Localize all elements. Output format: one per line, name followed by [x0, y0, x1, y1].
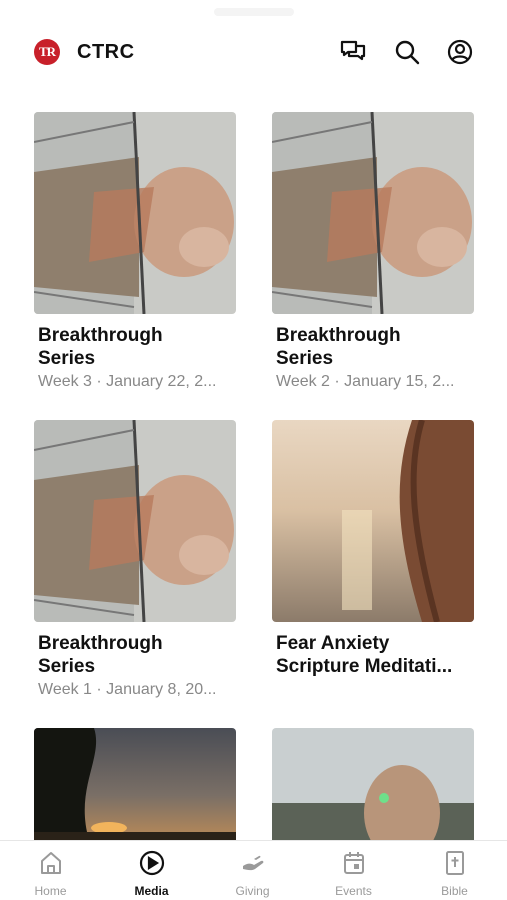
media-card[interactable]: Breakthrough Series Week 3 · January 22,… — [34, 112, 236, 393]
media-card[interactable]: Fear Anxiety Scripture Meditati... — [272, 420, 474, 678]
bible-icon — [441, 849, 469, 877]
giving-icon — [239, 849, 267, 877]
messages-icon[interactable] — [339, 38, 367, 66]
profile-icon[interactable] — [446, 38, 474, 66]
top-header: TR CTRC — [0, 30, 507, 74]
media-card[interactable] — [272, 728, 474, 840]
media-subtitle: Week 3 · January 22, 2... — [38, 373, 217, 390]
play-icon — [138, 849, 166, 877]
media-title-line-1: Breakthrough — [38, 325, 163, 346]
media-title-line-2: Series — [38, 348, 96, 369]
calendar-icon — [340, 849, 368, 877]
logo-text: TR — [38, 44, 56, 59]
tab-home[interactable]: Home — [0, 841, 101, 900]
media-subtitle: Week 1 · January 8, 20... — [38, 681, 217, 698]
media-card[interactable] — [34, 728, 236, 840]
media-thumbnail-fear-anxiety — [272, 420, 474, 622]
media-thumbnail-breakthrough — [34, 112, 236, 314]
media-title-line-1: Fear Anxiety — [276, 633, 390, 654]
tab-label: Giving — [235, 884, 270, 898]
tab-bible[interactable]: Bible — [404, 841, 505, 900]
church-logo[interactable]: TR — [34, 39, 60, 65]
app-title: CTRC — [77, 41, 135, 63]
media-title-line-1: Breakthrough — [276, 325, 401, 346]
media-thumbnail-sunset — [34, 728, 236, 840]
status-bar-notch — [214, 8, 294, 16]
media-thumbnail-woman — [272, 728, 474, 840]
media-title-line-2: Series — [38, 656, 96, 677]
media-card[interactable]: Breakthrough Series Week 1 · January 8, … — [34, 420, 236, 701]
media-thumbnail-breakthrough — [34, 420, 236, 622]
home-icon — [37, 849, 65, 877]
tab-events[interactable]: Events — [303, 841, 404, 900]
media-title-line-1: Breakthrough — [38, 633, 163, 654]
tab-label: Bible — [441, 884, 468, 898]
tab-giving[interactable]: Giving — [202, 841, 303, 900]
tab-label: Home — [34, 884, 67, 898]
search-icon[interactable] — [393, 38, 421, 66]
tab-label: Events — [335, 884, 372, 898]
tab-label: Media — [134, 884, 169, 898]
media-title-line-2: Series — [276, 348, 334, 369]
media-title-line-2: Scripture Meditati... — [276, 656, 453, 677]
bottom-tab-bar: Home Media Giving Events Bible — [0, 840, 507, 900]
media-card[interactable]: Breakthrough Series Week 2 · January 15,… — [272, 112, 474, 393]
media-thumbnail-breakthrough — [272, 112, 474, 314]
media-subtitle: Week 2 · January 15, 2... — [276, 373, 455, 390]
tab-media[interactable]: Media — [101, 841, 202, 900]
